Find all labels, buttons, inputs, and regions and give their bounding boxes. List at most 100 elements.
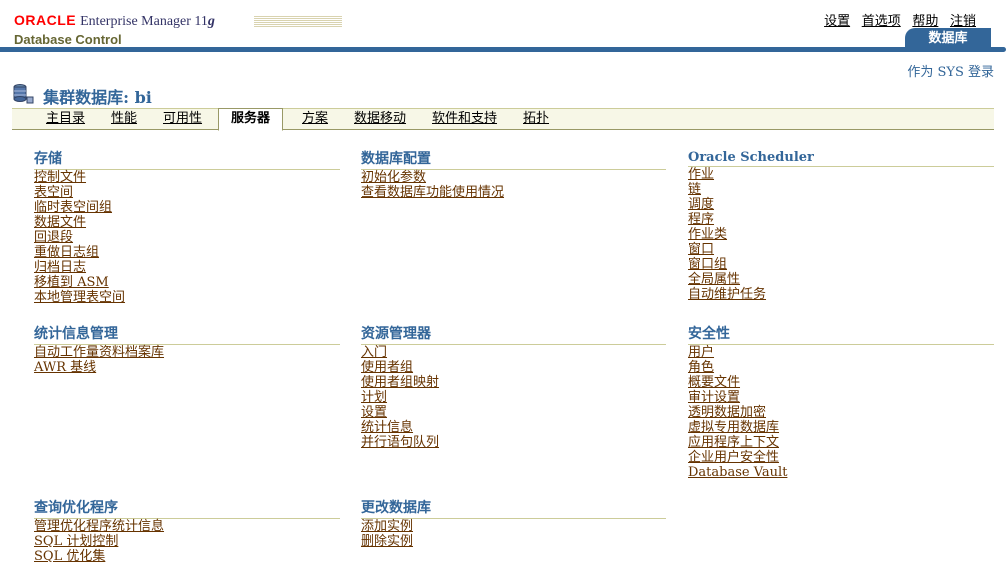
scheduler-link-7[interactable]: 全局属性: [688, 272, 740, 287]
scheduler-link-6[interactable]: 窗口组: [688, 257, 727, 272]
security-link: 应用程序上下文: [688, 435, 994, 450]
query-opt-link-1[interactable]: SQL 计划控制: [34, 534, 118, 549]
resource-link-6[interactable]: 并行语句队列: [361, 435, 439, 450]
tab-server[interactable]: 服务器: [218, 108, 284, 131]
tab-topology[interactable]: 拓扑: [523, 109, 549, 129]
db-config-link-0[interactable]: 初始化参数: [361, 170, 426, 185]
storage-link-8[interactable]: 本地管理表空间: [34, 290, 125, 305]
security-link-6[interactable]: 应用程序上下文: [688, 435, 779, 450]
page-title: 集群数据库: bi: [43, 88, 152, 107]
change-db-link-1[interactable]: 删除实例: [361, 534, 413, 549]
section-title: 统计信息管理: [34, 323, 340, 345]
tab-performance[interactable]: 性能: [111, 109, 137, 129]
security-link-4[interactable]: 透明数据加密: [688, 405, 766, 420]
query-opt-link: SQL 计划控制: [34, 534, 340, 549]
change-db-link-0[interactable]: 添加实例: [361, 519, 413, 534]
storage-link-7[interactable]: 移植到 ASM: [34, 275, 109, 290]
storage-link: 表空间: [34, 185, 340, 200]
resource-link-1[interactable]: 使用者组: [361, 360, 413, 375]
resource-link-5[interactable]: 统计信息: [361, 420, 413, 435]
product-subtitle: Database Control: [14, 32, 122, 47]
section-statistics: 统计信息管理 自动工作量资料档案库 AWR 基线: [34, 323, 340, 375]
security-link: 透明数据加密: [688, 405, 994, 420]
db-config-link-1[interactable]: 查看数据库功能使用情况: [361, 185, 504, 200]
page-title-row: 集群数据库: bi: [12, 83, 152, 107]
product-name: Enterprise Manager 11g: [80, 14, 215, 29]
resource-link-3[interactable]: 计划: [361, 390, 387, 405]
section-title: 存储: [34, 148, 340, 170]
security-link: Database Vault: [688, 465, 994, 480]
storage-link-0[interactable]: 控制文件: [34, 170, 86, 185]
tab-bar: 主目录 性能 可用性 服务器 方案 数据移动 软件和支持 拓扑: [12, 108, 994, 131]
storage-link: 数据文件: [34, 215, 340, 230]
security-link-3[interactable]: 审计设置: [688, 390, 740, 405]
resource-link-2[interactable]: 使用者组映射: [361, 375, 439, 390]
resource-link: 并行语句队列: [361, 435, 666, 450]
security-link-8[interactable]: Database Vault: [688, 465, 787, 480]
section-title: 安全性: [688, 323, 994, 345]
global-links: 设置 首选项 帮助 注销: [816, 10, 976, 29]
storage-link-3[interactable]: 数据文件: [34, 215, 86, 230]
tab-availability[interactable]: 可用性: [163, 109, 202, 129]
scheduler-link-4[interactable]: 作业类: [688, 227, 727, 242]
resource-link-4[interactable]: 设置: [361, 405, 387, 420]
section-resource-manager: 资源管理器 入门 使用者组 使用者组映射 计划 设置 统计信息 并行语句队列: [361, 323, 666, 450]
tab-software-support[interactable]: 软件和支持: [432, 109, 497, 129]
change-db-link: 删除实例: [361, 534, 666, 549]
tab-home[interactable]: 主目录: [46, 109, 85, 129]
security-link-2[interactable]: 概要文件: [688, 375, 740, 390]
query-opt-link-0[interactable]: 管理优化程序统计信息: [34, 519, 164, 534]
security-link-0[interactable]: 用户: [688, 345, 714, 360]
storage-link: 重做日志组: [34, 245, 340, 260]
scheduler-link: 全局属性: [688, 272, 994, 287]
security-link-5[interactable]: 虚拟专用数据库: [688, 420, 779, 435]
database-tab[interactable]: 数据库: [905, 28, 991, 48]
stats-link-1[interactable]: AWR 基线: [34, 360, 96, 375]
security-link: 角色: [688, 360, 994, 375]
storage-link-2[interactable]: 临时表空间组: [34, 200, 112, 215]
header-decoration: [254, 16, 342, 28]
security-link-1[interactable]: 角色: [688, 360, 714, 375]
scheduler-link: 作业: [688, 167, 994, 182]
resource-link-0[interactable]: 入门: [361, 345, 387, 360]
scheduler-link-0[interactable]: 作业: [688, 167, 714, 182]
header-bar: [0, 47, 1006, 52]
storage-link-5[interactable]: 重做日志组: [34, 245, 99, 260]
section-query-optimizer: 查询优化程序 管理优化程序统计信息 SQL 计划控制 SQL 优化集: [34, 497, 340, 564]
settings-link[interactable]: 设置: [824, 13, 850, 28]
storage-link-4[interactable]: 回退段: [34, 230, 73, 245]
help-link[interactable]: 帮助: [912, 13, 938, 28]
stats-link-0[interactable]: 自动工作量资料档案库: [34, 345, 164, 360]
query-opt-link: 管理优化程序统计信息: [34, 519, 340, 534]
storage-link: 本地管理表空间: [34, 290, 340, 305]
section-change-database: 更改数据库 添加实例 删除实例: [361, 497, 666, 549]
storage-link-1[interactable]: 表空间: [34, 185, 73, 200]
db-config-link: 初始化参数: [361, 170, 666, 185]
scheduler-link: 调度: [688, 197, 994, 212]
tab-schema[interactable]: 方案: [302, 109, 328, 129]
scheduler-link-2[interactable]: 调度: [688, 197, 714, 212]
resource-link: 使用者组映射: [361, 375, 666, 390]
scheduler-link-8[interactable]: 自动维护任务: [688, 287, 766, 302]
scheduler-link: 链: [688, 182, 994, 197]
security-link-7[interactable]: 企业用户安全性: [688, 450, 779, 465]
tab-data-movement[interactable]: 数据移动: [354, 109, 406, 129]
scheduler-link-5[interactable]: 窗口: [688, 242, 714, 257]
scheduler-link-1[interactable]: 链: [688, 182, 701, 197]
query-opt-link-2[interactable]: SQL 优化集: [34, 549, 105, 564]
security-link: 企业用户安全性: [688, 450, 994, 465]
product-version: g: [207, 14, 215, 29]
security-link: 审计设置: [688, 390, 994, 405]
security-link: 虚拟专用数据库: [688, 420, 994, 435]
resource-link: 入门: [361, 345, 666, 360]
scheduler-link: 窗口: [688, 242, 994, 257]
section-scheduler: Oracle Scheduler 作业链调度 程序 作业类 窗口 窗口组 全局属性 自动维护…: [688, 150, 994, 302]
logout-link[interactable]: 注销: [950, 13, 976, 28]
scheduler-link: 程序: [688, 212, 994, 227]
section-title: 更改数据库: [361, 497, 666, 519]
storage-link-6[interactable]: 归档日志: [34, 260, 86, 275]
header: ORACLE Enterprise Manager 11g Database Co…: [0, 0, 1006, 60]
preferences-link[interactable]: 首选项: [862, 13, 901, 28]
storage-link: 归档日志: [34, 260, 340, 275]
scheduler-link-3[interactable]: 程序: [688, 212, 714, 227]
